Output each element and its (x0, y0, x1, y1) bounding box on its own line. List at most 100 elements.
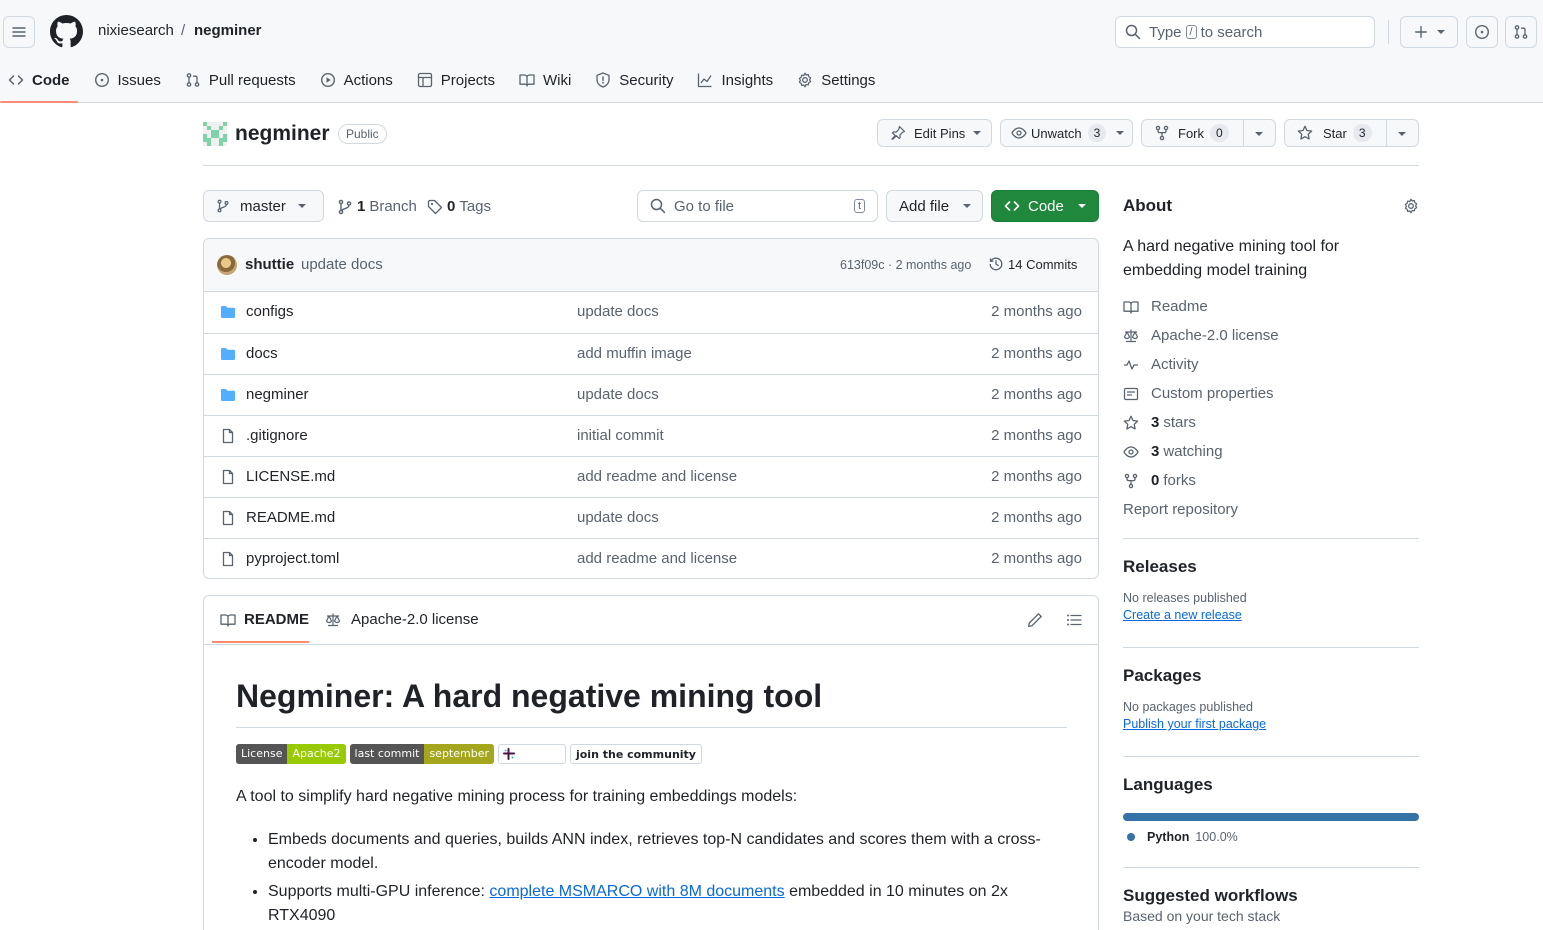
avatar[interactable] (217, 255, 237, 275)
create-release-link[interactable]: Create a new release (1123, 608, 1419, 622)
tab-wiki[interactable]: Wiki (511, 64, 579, 96)
fork-count: 0 (1210, 124, 1229, 142)
about-settings-button[interactable] (1403, 198, 1419, 214)
file-row[interactable]: .gitignore initial commit 2 months ago (204, 415, 1098, 456)
unwatch-button[interactable]: Unwatch 3 (1000, 119, 1133, 147)
file-name[interactable]: pyproject.toml (246, 550, 339, 567)
file-name[interactable]: .gitignore (246, 427, 308, 444)
search-input[interactable]: Type / to search (1115, 16, 1375, 48)
star-button[interactable]: Star 3 (1284, 119, 1419, 147)
repo-title[interactable]: negminer (235, 122, 330, 146)
slack-badge[interactable]: Slack (498, 744, 566, 764)
file-row[interactable]: pyproject.toml add readme and license 2 mo… (204, 538, 1098, 578)
file-name[interactable]: README.md (246, 509, 335, 526)
tab-license[interactable]: Apache-2.0 license (325, 611, 479, 628)
file-row[interactable]: negminer update docs 2 months ago (204, 374, 1098, 415)
list-item: Supports multi-GPU inference: complete M… (268, 880, 1068, 928)
tab-code[interactable]: Code (0, 64, 78, 103)
tab-label: Insights (721, 71, 774, 89)
file-commit-message[interactable]: update docs (577, 303, 659, 320)
activity-link[interactable]: Activity (1123, 356, 1199, 373)
edit-pins-button[interactable]: Edit Pins (877, 119, 992, 147)
tab-insights[interactable]: Insights (689, 64, 781, 96)
add-file-button[interactable]: Add file (886, 190, 983, 222)
releases-empty: No releases published (1123, 591, 1247, 605)
code-label: Code (1028, 197, 1064, 215)
create-new-button[interactable] (1400, 16, 1458, 48)
tab-security[interactable]: Security (587, 64, 681, 96)
book-icon (1123, 300, 1139, 314)
header-divider (1388, 20, 1389, 44)
chevron-down-icon[interactable] (1398, 132, 1406, 136)
tab-pull-requests[interactable]: Pull requests (177, 64, 304, 96)
commit-message[interactable]: update docs (301, 256, 383, 273)
file-name[interactable]: LICENSE.md (246, 468, 335, 485)
tab-issues[interactable]: Issues (86, 64, 169, 96)
file-commit-message[interactable]: update docs (577, 386, 659, 403)
tab-label: Issues (117, 71, 161, 89)
report-repository-link[interactable]: Report repository (1123, 501, 1238, 518)
pull-requests-button[interactable] (1505, 16, 1537, 48)
license-badge[interactable]: License Apache2 (236, 744, 346, 764)
file-commit-message[interactable]: update docs (577, 509, 659, 526)
file-name[interactable]: configs (246, 303, 294, 320)
language-item[interactable]: Python 100.0% (1123, 830, 1419, 844)
tab-projects[interactable]: Projects (409, 64, 503, 96)
file-commit-message[interactable]: add readme and license (577, 468, 737, 485)
msmarco-link[interactable]: complete MSMARCO with 8M documents (489, 883, 784, 900)
file-age: 2 months ago (991, 345, 1082, 362)
stars-link[interactable]: 3 stars (1123, 414, 1196, 431)
chevron-down-icon (297, 204, 306, 208)
file-row[interactable]: docs add muffin image 2 months ago (204, 333, 1098, 374)
file-row[interactable]: configs update docs 2 months ago (204, 292, 1098, 333)
file-row[interactable]: README.md update docs 2 months ago (204, 497, 1098, 538)
tab-settings[interactable]: Settings (789, 64, 883, 96)
stars-count: 3 (1151, 414, 1160, 431)
github-logo-icon[interactable] (50, 15, 83, 48)
packages-section: Packages No packages published Publish y… (1123, 666, 1419, 731)
languages-section: Languages Python 100.0% (1123, 775, 1419, 844)
publish-package-link[interactable]: Publish your first package (1123, 717, 1419, 731)
tags-link[interactable]: 0 Tags (427, 198, 491, 215)
commit-author[interactable]: shuttie (245, 256, 294, 273)
file-name[interactable]: negminer (246, 386, 309, 403)
go-to-file-input[interactable]: Go to file t (637, 190, 878, 222)
tab-label: Projects (440, 71, 495, 89)
file-table: shuttie update docs 613f09c · 2 months a… (203, 238, 1099, 579)
tab-readme[interactable]: README (220, 611, 309, 628)
packages-title[interactable]: Packages (1123, 666, 1419, 686)
license-link[interactable]: Apache-2.0 license (1123, 327, 1279, 344)
title-divider (203, 165, 1419, 166)
breadcrumb-repo[interactable]: negminer (194, 22, 262, 39)
edit-readme-button[interactable] (1027, 612, 1043, 628)
releases-title[interactable]: Releases (1123, 557, 1419, 577)
shield-icon (596, 72, 610, 88)
forks-count: 0 (1151, 472, 1160, 489)
readme-link[interactable]: Readme (1123, 298, 1208, 315)
branches-link[interactable]: 1 Branch (337, 198, 417, 215)
last-commit-badge[interactable]: last commit september (349, 744, 495, 764)
file-commit-message[interactable]: initial commit (577, 427, 664, 444)
community-badge[interactable]: join the community (569, 744, 702, 764)
commit-hash-time[interactable]: 613f09c · 2 months ago (840, 258, 971, 272)
watching-link[interactable]: 3 watching (1123, 443, 1223, 460)
breadcrumb-owner[interactable]: nixiesearch (98, 22, 174, 39)
languages-title: Languages (1123, 775, 1213, 794)
outline-button[interactable] (1066, 612, 1082, 628)
branch-select[interactable]: master (203, 190, 324, 222)
fork-button[interactable]: Fork 0 (1141, 119, 1276, 147)
commits-link[interactable]: 14 Commits (988, 256, 1077, 272)
tab-actions[interactable]: Actions (312, 64, 401, 96)
custom-properties-link[interactable]: Custom properties (1123, 385, 1274, 402)
file-commit-message[interactable]: add readme and license (577, 550, 737, 567)
sidebar-divider (1123, 647, 1419, 648)
file-name[interactable]: docs (246, 345, 278, 362)
forks-link[interactable]: 0 forks (1123, 472, 1196, 489)
issues-button[interactable] (1466, 16, 1498, 48)
code-button[interactable]: Code (991, 190, 1099, 222)
chevron-down-icon[interactable] (1255, 132, 1263, 136)
branch-count: 1 (357, 198, 366, 215)
menu-button[interactable] (3, 16, 35, 48)
file-commit-message[interactable]: add muffin image (577, 345, 692, 362)
file-row[interactable]: LICENSE.md add readme and license 2 months… (204, 456, 1098, 497)
